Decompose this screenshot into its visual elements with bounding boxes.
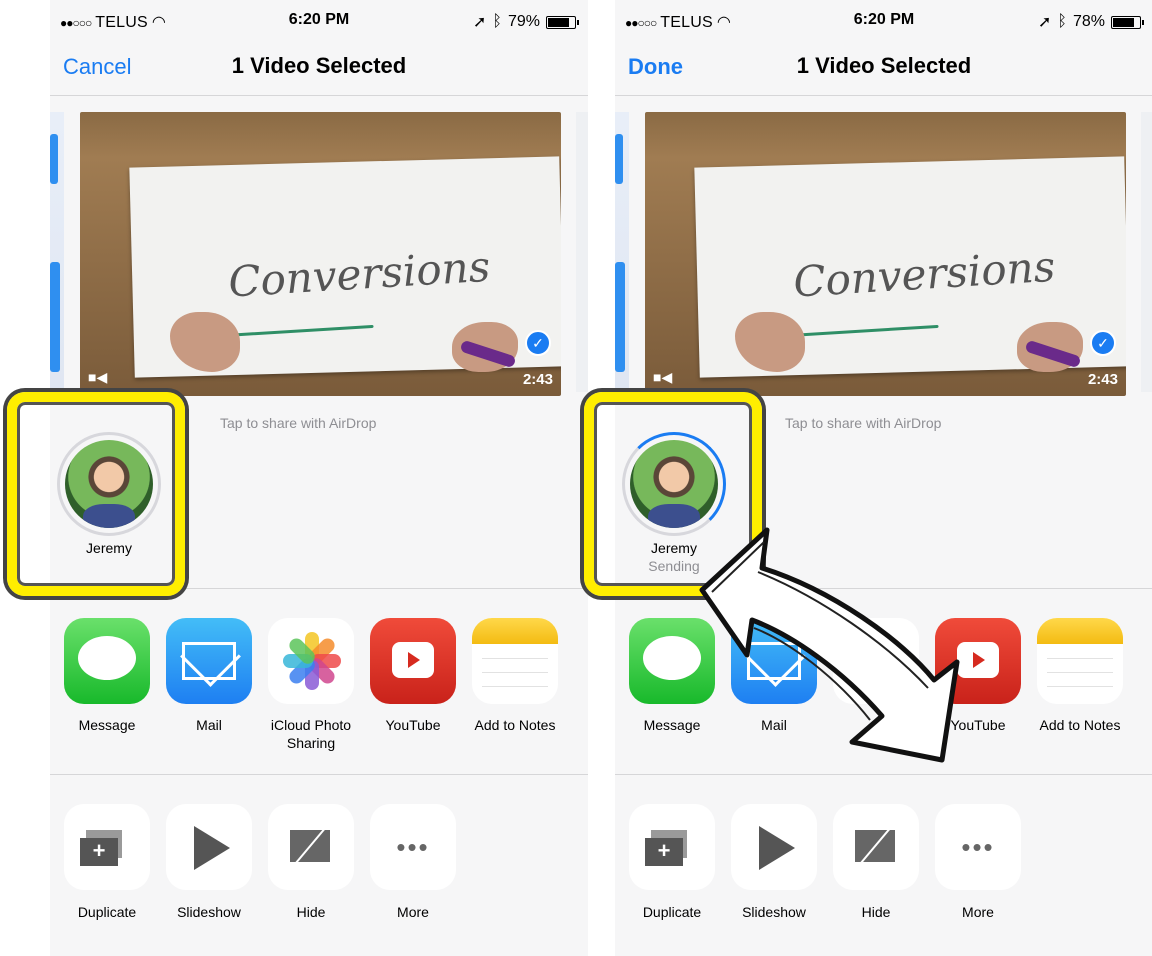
actions-row: + Duplicate Slideshow Hide ••• More [50, 804, 588, 924]
hide-icon [833, 804, 919, 890]
more-button[interactable]: ••• More [930, 804, 1026, 920]
notes-icon [472, 618, 558, 704]
battery-icon [546, 15, 579, 29]
location-icon: ➚ [1037, 14, 1052, 31]
video-camera-icon: ■◀ [88, 369, 108, 385]
more-button[interactable]: ••• More [365, 804, 461, 920]
battery-icon [1111, 15, 1144, 29]
previous-thumbnail[interactable] [615, 112, 629, 392]
next-thumbnail[interactable] [576, 112, 588, 392]
hide-icon [268, 804, 354, 890]
hide-button[interactable]: Hide [263, 804, 359, 920]
youtube-icon [370, 618, 456, 704]
video-duration: 2:43 [522, 371, 553, 388]
video-camera-icon: ■◀ [653, 369, 673, 385]
duplicate-icon: + [629, 804, 715, 890]
video-thumbnail[interactable]: Conversions ■◀ ✓ 2:43 [645, 112, 1126, 396]
photos-icon [268, 618, 354, 704]
share-notes-button[interactable]: Add to Notes [467, 618, 563, 734]
next-thumbnail[interactable] [1141, 112, 1152, 392]
play-icon [731, 804, 817, 890]
more-icon: ••• [370, 804, 456, 890]
slideshow-button[interactable]: Slideshow [726, 804, 822, 920]
notes-icon [1037, 618, 1123, 704]
share-youtube-button[interactable]: YouTube [365, 618, 461, 734]
play-icon [166, 804, 252, 890]
hide-button[interactable]: Hide [828, 804, 924, 920]
actions-row: + Duplicate Slideshow Hide ••• More [615, 804, 1152, 924]
share-notes-button[interactable]: Add to Notes [1032, 618, 1128, 734]
page-title: 1 Video Selected [796, 53, 972, 78]
airdrop-caption: Tap to share with AirDrop [220, 415, 377, 431]
more-icon: ••• [935, 804, 1021, 890]
share-mail-button[interactable]: Mail [161, 618, 257, 734]
curved-arrow-annotation [699, 527, 960, 763]
slideshow-button[interactable]: Slideshow [161, 804, 257, 920]
bluetooth-icon: ᛒ [1057, 13, 1067, 30]
page-title: 1 Video Selected [231, 53, 407, 78]
photo-strip[interactable]: Conversions ■◀ ✓ 2:43 [615, 106, 1152, 396]
share-apps-row: Message Mail iCloud Photo Sharing YouTube… [50, 618, 588, 768]
bluetooth-icon: ᛒ [492, 13, 502, 30]
checkmark-icon[interactable]: ✓ [1090, 330, 1116, 356]
previous-thumbnail[interactable] [50, 112, 64, 392]
location-icon: ➚ [472, 14, 487, 31]
nav-bar: Cancel 1 Video Selected [50, 40, 588, 96]
duplicate-button[interactable]: + Duplicate [59, 804, 155, 920]
battery-percent: 79% [507, 13, 540, 30]
highlight-box [7, 392, 185, 596]
status-bar: ●●○○○ TELUS ◠ 6:20 PM ➚ ᛒ 78% [615, 0, 1152, 40]
video-duration: 2:43 [1087, 371, 1118, 388]
mail-icon [166, 618, 252, 704]
board-text: Conversions [226, 241, 492, 307]
airdrop-caption: Tap to share with AirDrop [785, 415, 942, 431]
duplicate-button[interactable]: + Duplicate [624, 804, 720, 920]
message-icon [64, 618, 150, 704]
share-message-button[interactable]: Message [59, 618, 155, 734]
video-thumbnail[interactable]: Conversions ■◀ ✓ 2:43 [80, 112, 561, 396]
battery-percent: 78% [1072, 13, 1105, 30]
photo-strip[interactable]: Conversions ■◀ ✓ 2:43 [50, 106, 588, 396]
checkmark-icon[interactable]: ✓ [525, 330, 551, 356]
nav-bar: Done 1 Video Selected [615, 40, 1152, 96]
status-bar: ●●○○○ TELUS ◠ 6:20 PM ➚ ᛒ 79% [50, 0, 588, 40]
duplicate-icon: + [64, 804, 150, 890]
board-text: Conversions [791, 241, 1057, 307]
share-icloud-photo-button[interactable]: iCloud Photo Sharing [263, 618, 359, 752]
